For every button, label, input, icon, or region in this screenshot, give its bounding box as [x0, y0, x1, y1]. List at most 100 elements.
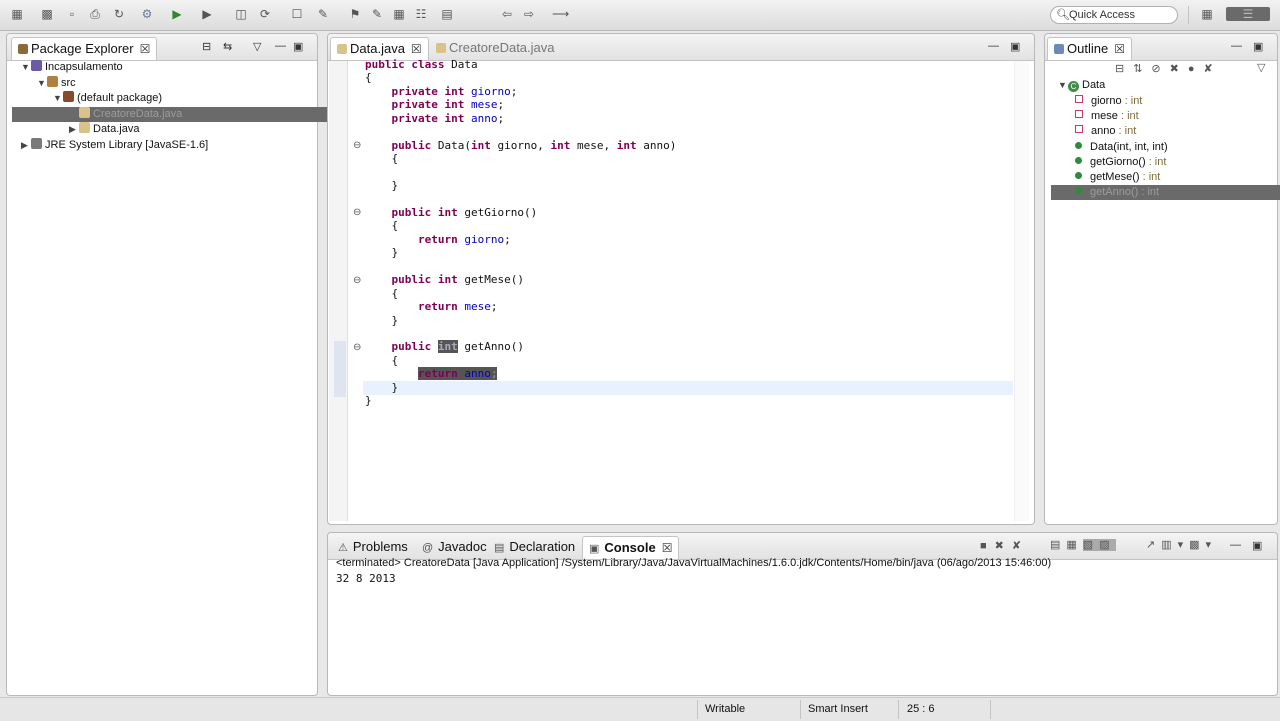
code-line[interactable]: { — [365, 152, 398, 166]
code-line[interactable]: { — [365, 71, 372, 85]
code-line[interactable]: public int getAnno() — [365, 340, 524, 354]
maximize-icon[interactable]: ▣ — [293, 40, 303, 53]
close-icon[interactable]: ☒ — [662, 541, 673, 555]
insert-mode-status: Smart Insert — [808, 703, 868, 715]
console-output[interactable]: 32 8 2013 — [336, 572, 396, 585]
tree-item[interactable]: CreatoreData.java — [12, 106, 367, 122]
fold-toggle-icon[interactable]: ⊖ — [353, 207, 361, 218]
fold-toggle-icon[interactable]: ⊖ — [353, 342, 361, 353]
package-explorer-tab[interactable]: Package Explorer — [31, 41, 134, 56]
open-perspective-icon[interactable]: ☷ — [414, 7, 428, 21]
code-line[interactable]: } — [365, 246, 398, 260]
code-line[interactable]: private int giorno; — [365, 85, 518, 99]
new-icon[interactable]: ▦ — [10, 7, 24, 21]
outline-item[interactable]: getMese() : int — [1075, 170, 1160, 185]
toggle-mark-icon[interactable]: ⚑ — [348, 7, 362, 21]
chevron-right-icon[interactable]: ▶ — [69, 122, 79, 137]
tab-data-java[interactable]: Data.java — [350, 41, 405, 56]
run-icon[interactable]: ▶ — [170, 7, 184, 21]
outline-toolbar[interactable]: ⊟⇅⊘✖●✘ — [1115, 62, 1222, 75]
code-line[interactable]: { — [365, 287, 398, 301]
tree-item[interactable]: ▼ (default package) — [53, 91, 162, 106]
external-tools-icon[interactable]: ▶ — [200, 7, 214, 21]
chevron-right-icon[interactable]: ▶ — [21, 138, 31, 153]
code-line[interactable]: } — [365, 394, 372, 408]
tab-javadoc[interactable]: @ Javadoc — [416, 536, 493, 558]
close-icon[interactable]: ☒ — [140, 42, 151, 56]
outline-tab[interactable]: Outline — [1067, 41, 1108, 56]
open-task-icon[interactable]: ▦ — [392, 7, 406, 21]
outline-item[interactable]: Data(int, int, int) — [1075, 140, 1168, 155]
close-icon[interactable]: ☒ — [1114, 42, 1125, 56]
code-line[interactable]: public int getMese() — [365, 273, 524, 287]
chevron-down-icon[interactable]: ▼ — [1058, 78, 1068, 93]
tab-problems[interactable]: ⚠ Problems — [332, 536, 414, 558]
code-line[interactable]: public Data(int giorno, int mese, int an… — [365, 139, 677, 153]
highlight-icon[interactable]: ✎ — [370, 7, 384, 21]
code-line[interactable]: { — [365, 219, 398, 233]
view-menu-icon[interactable]: ▽ — [1257, 61, 1265, 74]
outline-item[interactable]: getGiorno() : int — [1075, 155, 1166, 170]
minimize-icon[interactable]: — — [1231, 40, 1242, 52]
tree-item[interactable]: ▼ Incapsulamento — [21, 60, 123, 75]
collapse-all-icon[interactable]: ⊟ — [202, 40, 211, 53]
fold-toggle-icon[interactable]: ⊖ — [353, 275, 361, 286]
outline-item[interactable]: giorno : int — [1075, 94, 1142, 109]
minimize-icon[interactable]: — — [1230, 539, 1241, 551]
java-perspective-icon[interactable]: ☰ — [1226, 7, 1270, 21]
new-class-icon[interactable]: ⟳ — [258, 7, 272, 21]
display-console-icons[interactable]: ↗▥▾▩▾ — [1146, 538, 1217, 551]
code-line[interactable]: return mese; — [365, 300, 498, 314]
save-all-icon[interactable]: ▫ — [65, 7, 79, 21]
back-icon[interactable]: ⇦ — [500, 7, 514, 21]
maximize-icon[interactable]: ▣ — [1253, 40, 1263, 53]
tab-console[interactable]: ▣ Console ☒ — [582, 536, 680, 559]
code-line[interactable]: { — [365, 354, 398, 368]
close-tab-icon[interactable]: ☒ — [411, 42, 422, 56]
tree-item[interactable]: ▶ Data.java — [69, 122, 139, 137]
link-editor-icon[interactable]: ⇆ — [223, 40, 232, 53]
forward-icon[interactable]: ⇨ — [522, 7, 536, 21]
debug-icon[interactable]: ⚙ — [140, 7, 154, 21]
outline-item[interactable]: anno : int — [1075, 124, 1136, 139]
code-line[interactable]: private int mese; — [365, 98, 505, 112]
open-type-icon[interactable]: ☐ — [290, 7, 304, 21]
code-line[interactable]: } — [365, 179, 398, 193]
outline-class-row[interactable]: ▼ C Data — [1058, 78, 1105, 93]
new-java-project-icon[interactable]: ◫ — [234, 7, 248, 21]
tree-item[interactable]: ▼ src — [37, 75, 76, 91]
code-line[interactable]: private int anno; — [365, 112, 505, 126]
chevron-down-icon[interactable]: ▼ — [21, 60, 31, 75]
pin-icon[interactable]: ⟶ — [552, 7, 569, 21]
code-line[interactable]: return giorno; — [365, 233, 511, 247]
outline-item[interactable]: getAnno() : int — [1051, 185, 1280, 201]
code-line[interactable]: public int getGiorno() — [365, 206, 538, 220]
overview-ruler[interactable] — [1014, 61, 1029, 521]
tree-item[interactable]: ▶ JRE System Library [JavaSE-1.6] — [21, 137, 208, 153]
annotation-icon[interactable]: ▤ — [440, 7, 454, 21]
console-toolbar[interactable]: ■✖✘ — [980, 539, 1029, 552]
tab-declaration[interactable]: ▤ Declaration — [488, 536, 581, 558]
refresh-icon[interactable]: ↻ — [112, 7, 126, 21]
minimize-icon[interactable]: — — [988, 40, 999, 52]
tab-creatoredata-java[interactable]: CreatoreData.java — [449, 40, 555, 55]
maximize-icon[interactable]: ▣ — [1252, 539, 1262, 552]
save-icon[interactable]: ▩ — [40, 7, 54, 21]
code-line[interactable]: public class Data — [365, 58, 478, 72]
code-line[interactable]: } — [365, 314, 398, 328]
code-line[interactable]: return anno; — [365, 367, 498, 381]
view-menu-icon[interactable]: ▽ — [253, 40, 261, 53]
chevron-down-icon[interactable]: ▼ — [37, 76, 47, 91]
fold-toggle-icon[interactable]: ⊖ — [353, 140, 361, 151]
print-icon[interactable]: ⎙ — [88, 7, 102, 21]
java-file-icon — [337, 44, 347, 54]
code-line[interactable]: } — [365, 381, 398, 395]
console-actions[interactable]: ▤▦▧▨ — [1050, 538, 1116, 551]
chevron-down-icon[interactable]: ▼ — [53, 91, 63, 106]
quick-access-input[interactable]: 🔍︎ Quick Access — [1050, 6, 1178, 24]
outline-item[interactable]: mese : int — [1075, 109, 1139, 124]
search-icon[interactable]: ✎ — [316, 7, 330, 21]
minimize-icon[interactable]: — — [275, 40, 286, 52]
open-perspective-icon[interactable]: ▦ — [1200, 7, 1214, 21]
maximize-icon[interactable]: ▣ — [1010, 40, 1020, 53]
